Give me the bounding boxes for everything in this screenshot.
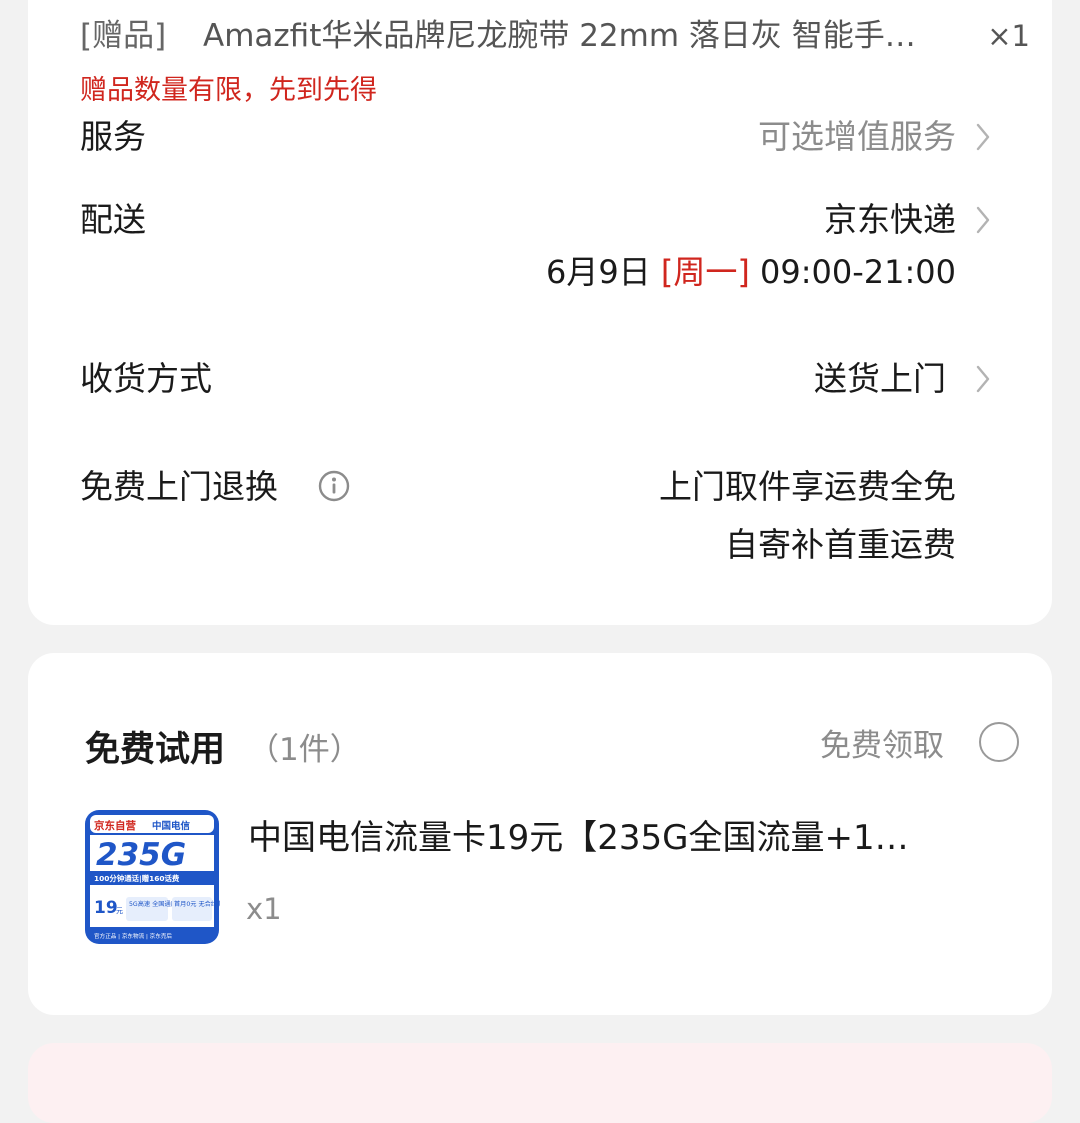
order-details-card: [赠品] Amazfit华米品牌尼龙腕带 22mm 落日灰 智能手表表带 ×1 … <box>28 0 1052 625</box>
delivery-label: 配送 <box>80 200 146 239</box>
product-thumbnail[interactable]: 京东自营 中国电信 235G 100分钟通话|赠160话费 19 元 5G高速 … <box>84 809 220 945</box>
service-value[interactable]: 可选增值服务 <box>758 116 956 158</box>
delivery-weekday: [周一] <box>660 253 750 291</box>
thumb-footer: 官方正品 | 京东物流 | 京东売后 <box>94 932 172 940</box>
gift-quantity: ×1 <box>987 19 1030 53</box>
thumb-price-unit: 元 <box>116 907 123 915</box>
free-return-label: 免费上门退换 <box>80 467 278 506</box>
delivery-hours: 09:00-21:00 <box>760 253 956 291</box>
free-trial-card: 免费试用 （1件） 免费领取 京东自营 中国电信 235G 100分钟通话|赠1… <box>28 653 1052 1015</box>
service-label: 服务 <box>80 117 146 156</box>
trial-title: 免费试用 <box>85 730 226 770</box>
delivery-chevron-icon[interactable] <box>974 203 992 237</box>
trial-count: （1件） <box>248 732 361 768</box>
delivery-date: 6月9日 <box>545 253 651 291</box>
free-return-line1: 上门取件享运费全免 <box>659 467 956 506</box>
trial-claim-label[interactable]: 免费领取 <box>820 725 944 767</box>
delivery-time-slot[interactable]: 6月9日 [周一] 09:00-21:00 <box>546 251 956 293</box>
thumb-banner: 100分钟通话|赠160话费 <box>94 874 180 884</box>
trial-claim-radio[interactable] <box>979 722 1019 762</box>
receive-method-label: 收货方式 <box>80 359 212 398</box>
thumb-brand-tag: 京东自营 <box>94 819 136 832</box>
thumb-feature-right: 首月0元 无合约期 <box>174 900 220 908</box>
gift-limited-note: 赠品数量有限，先到先得 <box>80 75 377 106</box>
service-chevron-icon[interactable] <box>974 120 992 154</box>
thumb-carrier: 中国电信 <box>152 820 191 832</box>
product-name[interactable]: 中国电信流量卡19元【235G全国流量+100分钟通话】 <box>248 816 928 860</box>
gift-name: Amazfit华米品牌尼龙腕带 22mm 落日灰 智能手表表带 <box>203 18 923 54</box>
thumb-price: 19 <box>94 898 118 918</box>
thumb-feature-left: 5G高速 全国通用 <box>129 900 177 908</box>
product-quantity: x1 <box>246 892 282 926</box>
free-return-line2: 自寄补首重运费 <box>725 525 956 564</box>
receive-method-chevron-icon[interactable] <box>974 362 992 396</box>
next-section-card <box>28 1043 1052 1123</box>
thumb-data-amount: 235G <box>96 837 186 873</box>
gift-item-row[interactable]: [赠品] Amazfit华米品牌尼龙腕带 22mm 落日灰 智能手表表带 ×1 <box>80 16 1030 56</box>
delivery-value[interactable]: 京东快递 <box>824 199 956 241</box>
gift-tag: [赠品] <box>80 18 167 54</box>
receive-method-value[interactable]: 送货上门 <box>814 358 946 400</box>
info-icon[interactable] <box>318 470 350 502</box>
